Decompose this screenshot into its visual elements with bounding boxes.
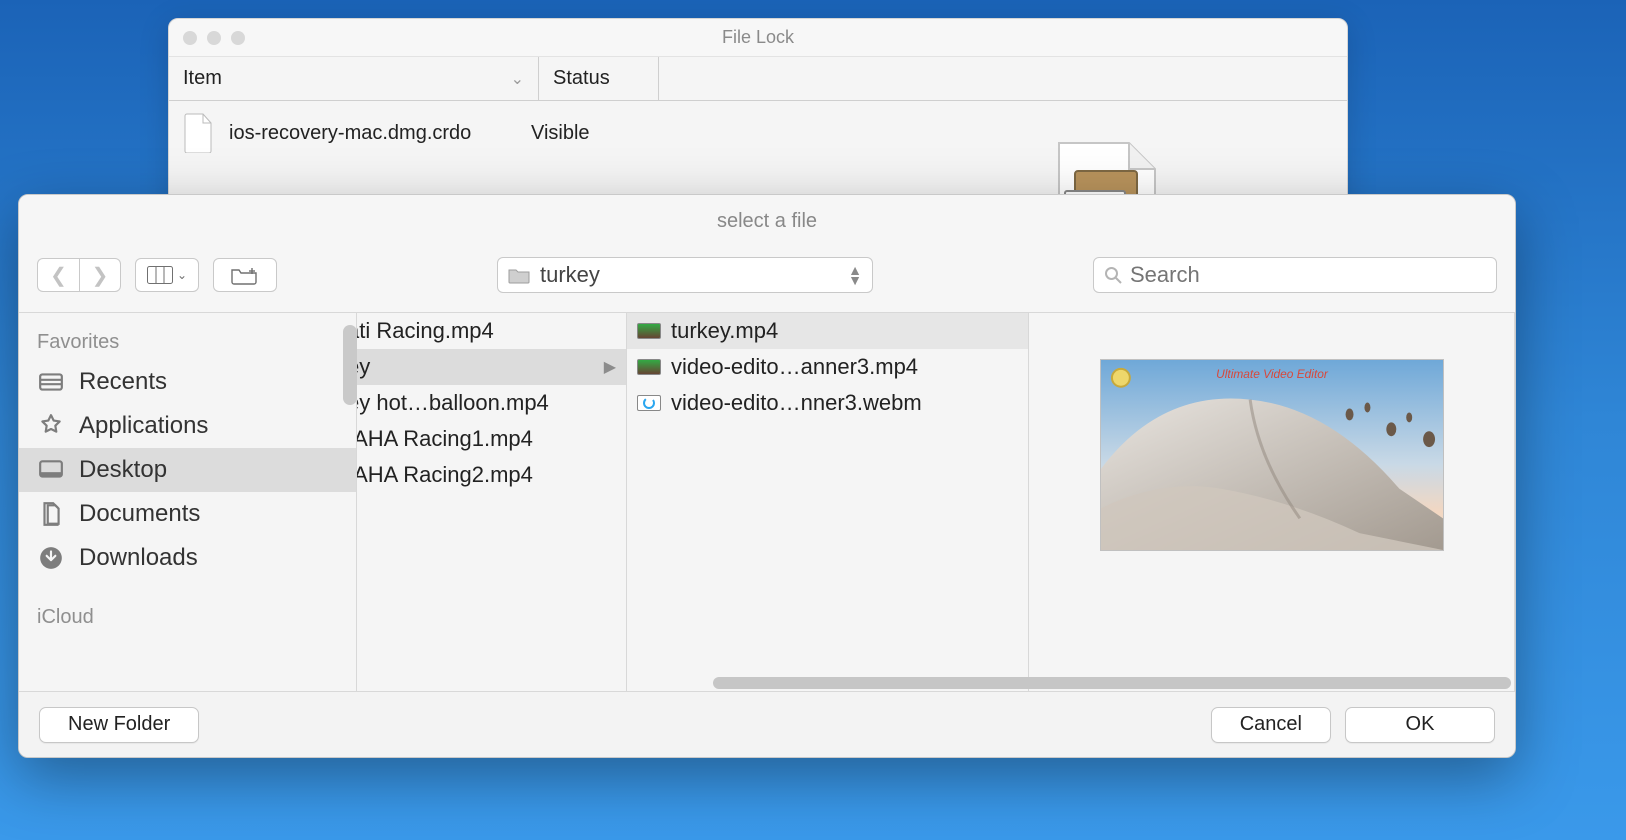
- file-label: ey hot…balloon.mp4: [357, 390, 549, 416]
- file-label: ati Racing.mp4: [357, 318, 494, 344]
- file-label: IAHA Racing1.mp4: [357, 426, 533, 452]
- sidebar-item-label: Applications: [79, 412, 208, 440]
- blank-file-icon: [183, 113, 215, 153]
- sidebar: Favorites Recents Applications Desktop: [19, 313, 357, 691]
- webm-file-icon: [637, 395, 661, 411]
- video-thumb-icon: [637, 323, 661, 339]
- file-label: ey: [357, 354, 370, 380]
- video-thumb-icon: [637, 359, 661, 375]
- sheet-title: select a file: [19, 195, 1515, 247]
- bg-window-titlebar: File Lock: [169, 19, 1347, 57]
- file-label: IAHA Racing2.mp4: [357, 462, 533, 488]
- bg-col-status[interactable]: Status: [539, 57, 659, 100]
- file-open-sheet: select a file ❮ ❯ ⌄: [18, 194, 1516, 758]
- new-folder-glyph-icon: [230, 265, 260, 285]
- scrollbar-thumb[interactable]: [713, 677, 1511, 689]
- column-browser: ati Racing.mp4 ey ▶ ey hot…balloon.mp4 I…: [357, 313, 1515, 691]
- button-label: New Folder: [68, 713, 170, 736]
- new-folder-button[interactable]: New Folder: [39, 707, 199, 743]
- list-item[interactable]: ati Racing.mp4: [357, 313, 626, 349]
- file-label: video-edito…nner3.webm: [671, 390, 922, 416]
- cancel-button[interactable]: Cancel: [1211, 707, 1331, 743]
- column-2[interactable]: turkey.mp4 video-edito…anner3.mp4 video-…: [627, 313, 1029, 691]
- sheet-toolbar: ❮ ❯ ⌄: [19, 247, 1515, 303]
- list-item[interactable]: turkey.mp4: [627, 313, 1028, 349]
- bg-row-filename: ios-recovery-mac.dmg.crdo: [229, 122, 509, 145]
- sidebar-item-label: Downloads: [79, 544, 198, 572]
- path-dropdown[interactable]: turkey ▲▼: [497, 257, 873, 293]
- nav-forward-button[interactable]: ❯: [79, 258, 121, 292]
- list-item[interactable]: ey ▶: [357, 349, 626, 385]
- button-label: Cancel: [1240, 713, 1302, 736]
- sidebar-item-applications[interactable]: Applications: [19, 404, 356, 448]
- chevron-left-icon: ❮: [50, 263, 67, 288]
- view-mode-button[interactable]: ⌄: [135, 258, 199, 292]
- bg-row-status: Visible: [531, 122, 590, 145]
- sidebar-item-label: Desktop: [79, 456, 167, 484]
- bg-col-item[interactable]: Item ⌄: [169, 57, 539, 100]
- bg-col-status-label: Status: [553, 67, 610, 90]
- bg-table-header: Item ⌄ Status: [169, 57, 1347, 101]
- list-item[interactable]: IAHA Racing1.mp4: [357, 421, 626, 457]
- zoom-dot[interactable]: [231, 31, 245, 45]
- ok-button[interactable]: OK: [1345, 707, 1495, 743]
- sidebar-item-downloads[interactable]: Downloads: [19, 536, 356, 580]
- sidebar-item-documents[interactable]: Documents: [19, 492, 356, 536]
- sidebar-scrollbar[interactable]: [343, 325, 357, 405]
- nav-buttons: ❮ ❯: [37, 258, 121, 292]
- folder-icon: [508, 266, 530, 284]
- list-item[interactable]: ey hot…balloon.mp4: [357, 385, 626, 421]
- svg-text:Ultimate Video Editor: Ultimate Video Editor: [1216, 367, 1329, 381]
- sidebar-item-label: Documents: [79, 500, 200, 528]
- file-label: video-edito…anner3.mp4: [671, 354, 918, 380]
- path-label: turkey: [540, 262, 600, 288]
- downloads-icon: [37, 544, 65, 572]
- search-input[interactable]: [1130, 262, 1486, 288]
- list-item[interactable]: video-edito…anner3.mp4: [627, 349, 1028, 385]
- close-dot[interactable]: [183, 31, 197, 45]
- columns-view-icon: [147, 266, 173, 284]
- sheet-footer: New Folder Cancel OK: [19, 691, 1515, 757]
- bg-window-title: File Lock: [722, 27, 794, 48]
- chevron-right-icon: ❯: [92, 263, 109, 288]
- applications-icon: [37, 412, 65, 440]
- action-menu-button[interactable]: [213, 258, 277, 292]
- horizontal-scrollbar[interactable]: [357, 675, 1515, 691]
- file-label: turkey.mp4: [671, 318, 778, 344]
- sort-chevron-icon: ⌄: [511, 69, 524, 89]
- bg-col-item-label: Item: [183, 67, 222, 90]
- search-icon: [1104, 266, 1122, 284]
- sidebar-section-favorites: Favorites: [19, 327, 356, 360]
- column-1[interactable]: ati Racing.mp4 ey ▶ ey hot…balloon.mp4 I…: [357, 313, 627, 691]
- chevron-down-icon: ⌄: [177, 268, 187, 282]
- minimize-dot[interactable]: [207, 31, 221, 45]
- sidebar-section-icloud: iCloud: [19, 602, 356, 635]
- sidebar-item-desktop[interactable]: Desktop: [19, 448, 356, 492]
- recents-icon: [37, 368, 65, 396]
- sidebar-item-recents[interactable]: Recents: [19, 360, 356, 404]
- documents-icon: [37, 500, 65, 528]
- search-field[interactable]: [1093, 257, 1497, 293]
- path-stepper-icon: ▲▼: [848, 265, 862, 285]
- list-item[interactable]: IAHA Racing2.mp4: [357, 457, 626, 493]
- preview-thumbnail: Ultimate Video Editor: [1100, 359, 1444, 551]
- preview-column: Ultimate Video Editor: [1029, 313, 1515, 691]
- traffic-lights: [183, 31, 245, 45]
- sidebar-item-label: Recents: [79, 368, 167, 396]
- list-item[interactable]: video-edito…nner3.webm: [627, 385, 1028, 421]
- button-label: OK: [1406, 713, 1435, 736]
- chevron-right-icon: ▶: [604, 357, 616, 377]
- nav-back-button[interactable]: ❮: [37, 258, 79, 292]
- desktop-icon: [37, 456, 65, 484]
